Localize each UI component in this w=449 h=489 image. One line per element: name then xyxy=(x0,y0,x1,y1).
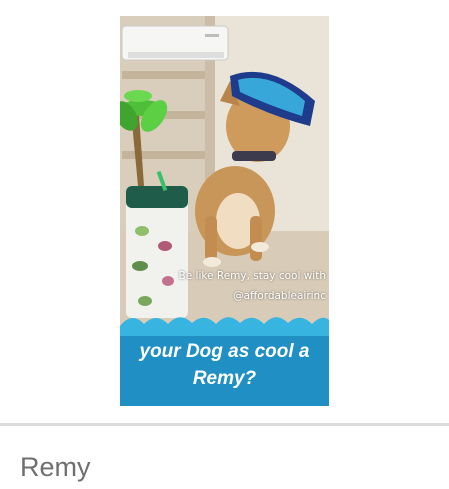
story-image[interactable]: Be like Remy, stay cool with @affordable… xyxy=(120,16,329,406)
story-banner-line2: Remy? xyxy=(192,368,257,389)
story-post: Be like Remy, stay cool with @affordable… xyxy=(0,0,449,489)
post-title[interactable]: Remy xyxy=(20,449,91,485)
story-caption: Be like Remy, stay cool with @affordable… xyxy=(176,266,326,306)
story-banner-text: your Dog as cool a Remy? xyxy=(120,338,329,392)
story-caption-line1: Be like Remy, stay cool with xyxy=(178,270,326,282)
story-banner-line1: your Dog as cool a xyxy=(139,341,310,362)
divider xyxy=(0,423,449,426)
story-caption-handle: @affordableairinc xyxy=(233,290,326,302)
ac-unit xyxy=(121,25,229,61)
